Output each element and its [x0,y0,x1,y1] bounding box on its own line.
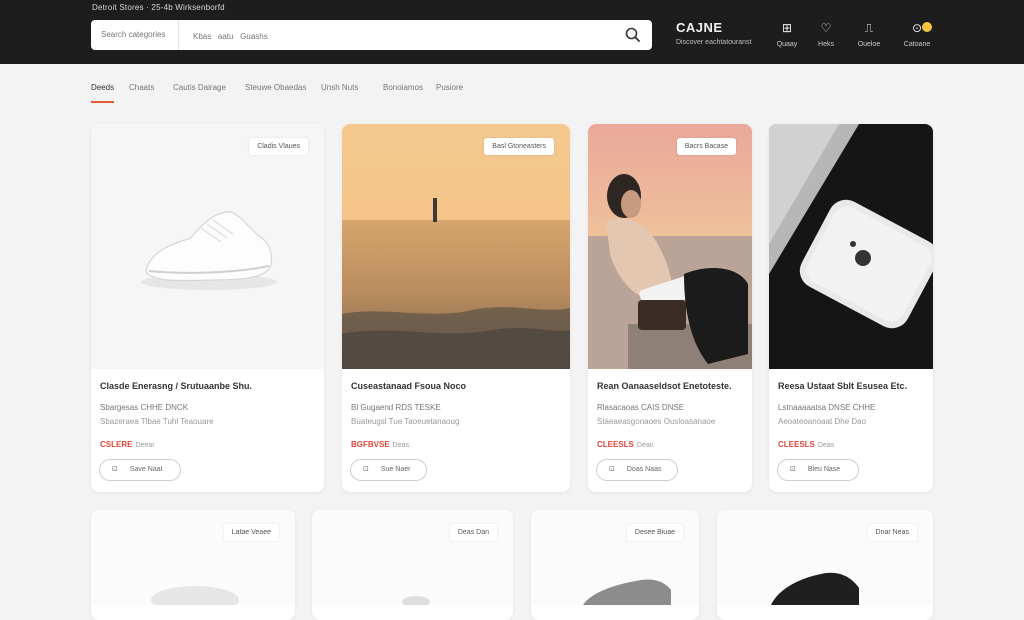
add-to-cart-label: Bleu Nase [807,466,841,473]
product-badge: Cladis Vlaues [249,138,308,155]
product-title[interactable]: Cuseastanaad Fsoua Noco [351,381,466,391]
product-image[interactable]: Bacrs Bacase [588,124,752,369]
wishlist-button[interactable]: ♡ Heks [806,20,846,48]
cart-icon: ⊡ [363,466,369,473]
tab-chaats[interactable]: Chaats [129,83,154,92]
product-price: CLEESLS Deas [778,440,834,449]
product-details: Aeoateoanoaat Dhe Dao [778,417,867,426]
sneaker-image [141,211,277,290]
add-to-cart-label: Sue Naer [380,466,411,473]
brand-name: CAJNE [676,20,723,35]
cart-badge [922,22,932,32]
account-button[interactable]: ⎍ Oueloe [849,20,889,48]
tab-unsh-nuts[interactable]: Unsh Nuts [321,83,358,92]
product-card[interactable]: Latae Veaee [91,510,295,620]
product-meta: Bl Gugaend RDS TESKE [351,403,441,412]
price-current: BGFBVSE [351,440,390,449]
search-bar: Search categories [91,20,652,50]
woman-reading-image [588,124,752,369]
product-badge: Basl Gtoneasters [484,138,554,155]
add-to-cart-button[interactable]: ⊡ Doas Naas [596,459,678,481]
product-card[interactable]: Desee Biuae [531,510,699,620]
brand-subtitle: Discover eachtatouranst [676,39,752,46]
add-to-cart-label: Save Naat [129,466,163,473]
product-title[interactable]: Rean Oanaaseldsot Enetoteste. [597,381,732,391]
price-old: Deas [817,442,835,449]
product-card[interactable]: Cladis Vlaues Clasde Enerasng / Srutuaan… [91,124,324,492]
header-bar: Detroit Stores · 25-4b Wirksenborfd Sear… [0,0,1024,64]
product-image[interactable]: Deas Dan [312,510,513,605]
price-current: CLEESLS [597,440,634,449]
product-badge: Latae Veaee [223,524,279,541]
tab-bonoiamos[interactable]: Bonoiamos [383,83,423,92]
cart-icon: ⊡ [790,466,796,473]
product-card[interactable]: Deas Dan [312,510,513,620]
product-badge: Desee Biuae [626,524,683,541]
product-image[interactable] [769,124,933,369]
product-price: CSLERE Deear [100,440,155,449]
product-meta: Sbargesas CHHE DNCK [100,403,189,412]
price-old: Deas [392,442,410,449]
account-label: Oueloe [857,41,881,48]
product-image[interactable]: Dnar Neas [717,510,933,605]
add-to-cart-label: Doas Naas [626,466,662,473]
product-badge: Bacrs Bacase [676,138,736,155]
product-details: Sbazeraea Tlbae Tuhl Teaouare [100,417,214,426]
price-current: CLEESLS [778,440,815,449]
search-icon[interactable] [624,26,642,44]
search-category-dropdown[interactable]: Search categories [91,20,179,50]
tab-steuwe-obaedas[interactable]: Steuwe Obaedas [245,83,306,92]
store-icon: ⊞ [781,21,793,35]
product-meta: Rlasacaoas CAIS DNSE [597,403,685,412]
price-old: Dean [636,442,654,449]
location-breadcrumb[interactable]: Detroit Stores · 25-4b Wirksenborfd [92,3,225,12]
wishlist-label: Heks [818,41,834,48]
product-badge: Deas Dan [449,524,497,541]
cart-icon: ⊡ [112,466,118,473]
search-input[interactable] [191,26,595,46]
price-current: CSLERE [100,440,133,449]
product-title[interactable]: Reesa Ustaat Sblt Esusea Etc. [778,381,907,391]
heart-icon: ♡ [820,21,832,35]
product-card[interactable]: Reesa Ustaat Sblt Esusea Etc. Lstnaaaaat… [769,124,933,492]
product-badge: Dnar Neas [867,524,917,541]
add-to-cart-button[interactable]: ⊡ Save Naat [99,459,181,481]
product-card[interactable]: Basl Gtoneasters Cuseastanaad Fsoua Noco… [342,124,570,492]
product-price: CLEESLS Dean [597,440,654,449]
price-old: Deear [135,442,155,449]
phone-image [769,124,933,329]
product-image[interactable]: Desee Biuae [531,510,699,605]
product-meta: Lstnaaaaatsa DNSE CHHE [778,403,876,412]
product-card[interactable]: Dnar Neas [717,510,933,620]
brand-logo[interactable]: CAJNE Discover eachtatouranst [676,20,751,46]
store-label: Quaay [776,41,798,48]
product-price: BGFBVSE Deas [351,440,409,449]
store-button[interactable]: ⊞ Quaay [767,20,807,48]
sunset-sea-image [342,124,570,369]
add-to-cart-button[interactable]: ⊡ Sue Naer [350,459,427,481]
tab-deals[interactable]: Deeds [91,83,115,103]
product-title[interactable]: Clasde Enerasng / Srutuaanbe Shu. [100,381,252,391]
product-image[interactable]: Latae Veaee [91,510,295,605]
product-details: Buateugsl Tue Taoeuetanaoug [351,417,460,426]
cart-icon: ⊡ [609,466,615,473]
product-details: Staeaeasgonaoes Ousloasanaoe [597,417,716,426]
account-icon: ⎍ [864,21,874,35]
product-card[interactable]: Bacrs Bacase Rean Oanaaseldsot Enetotest… [588,124,752,492]
tab-cautis-dairage[interactable]: Cautis Dairage [173,83,226,92]
product-image[interactable]: Cladis Vlaues [91,124,324,369]
add-to-cart-button[interactable]: ⊡ Bleu Nase [777,459,859,481]
product-image[interactable]: Basl Gtoneasters [342,124,570,369]
cart-label: Catoane [903,41,931,48]
tab-pusiore[interactable]: Pusiore [436,83,463,92]
